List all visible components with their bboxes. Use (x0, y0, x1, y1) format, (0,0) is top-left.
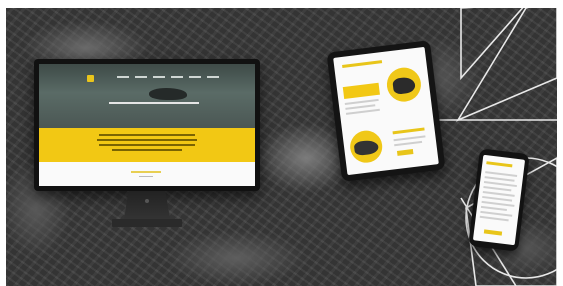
nav-item (207, 76, 219, 78)
button-shape (483, 229, 503, 236)
nav-item (153, 76, 165, 78)
heading-bar (342, 60, 383, 68)
button-shape (396, 149, 414, 156)
heading-bar (486, 161, 513, 168)
text-line (479, 215, 509, 222)
monitor-stand-neck (124, 191, 170, 219)
tablet-device (326, 40, 446, 182)
nav-item (117, 76, 129, 78)
circular-photo (384, 65, 423, 104)
brand-logo (87, 75, 94, 82)
desktop-website-screen (39, 64, 255, 186)
monitor-logo-icon (145, 199, 149, 203)
phone-website-screen (472, 154, 526, 246)
text-line (97, 139, 197, 141)
nav-item (171, 76, 183, 78)
yellow-content-band (39, 128, 255, 162)
white-content-band (39, 162, 255, 186)
nav-item (135, 76, 147, 78)
yellow-block (342, 82, 380, 100)
text-line (480, 205, 507, 212)
monitor-stand-foot (112, 219, 182, 227)
hero-image-rock (149, 88, 187, 100)
website-nav (117, 76, 219, 78)
text-line (394, 140, 423, 147)
nav-item (189, 76, 201, 78)
text-line (139, 176, 153, 177)
text-line (99, 134, 195, 136)
desktop-monitor (34, 59, 260, 191)
circular-photo (348, 128, 385, 165)
hero-headline (109, 102, 199, 104)
text-line (99, 144, 195, 146)
mockup-scene (0, 0, 563, 286)
heading-bar (392, 127, 425, 135)
cta-line (131, 171, 161, 173)
text-line (345, 108, 380, 115)
text-line (112, 149, 182, 151)
small-triangle-outline (460, 8, 524, 81)
tablet-website-screen (333, 46, 439, 176)
website-hero (39, 64, 255, 128)
